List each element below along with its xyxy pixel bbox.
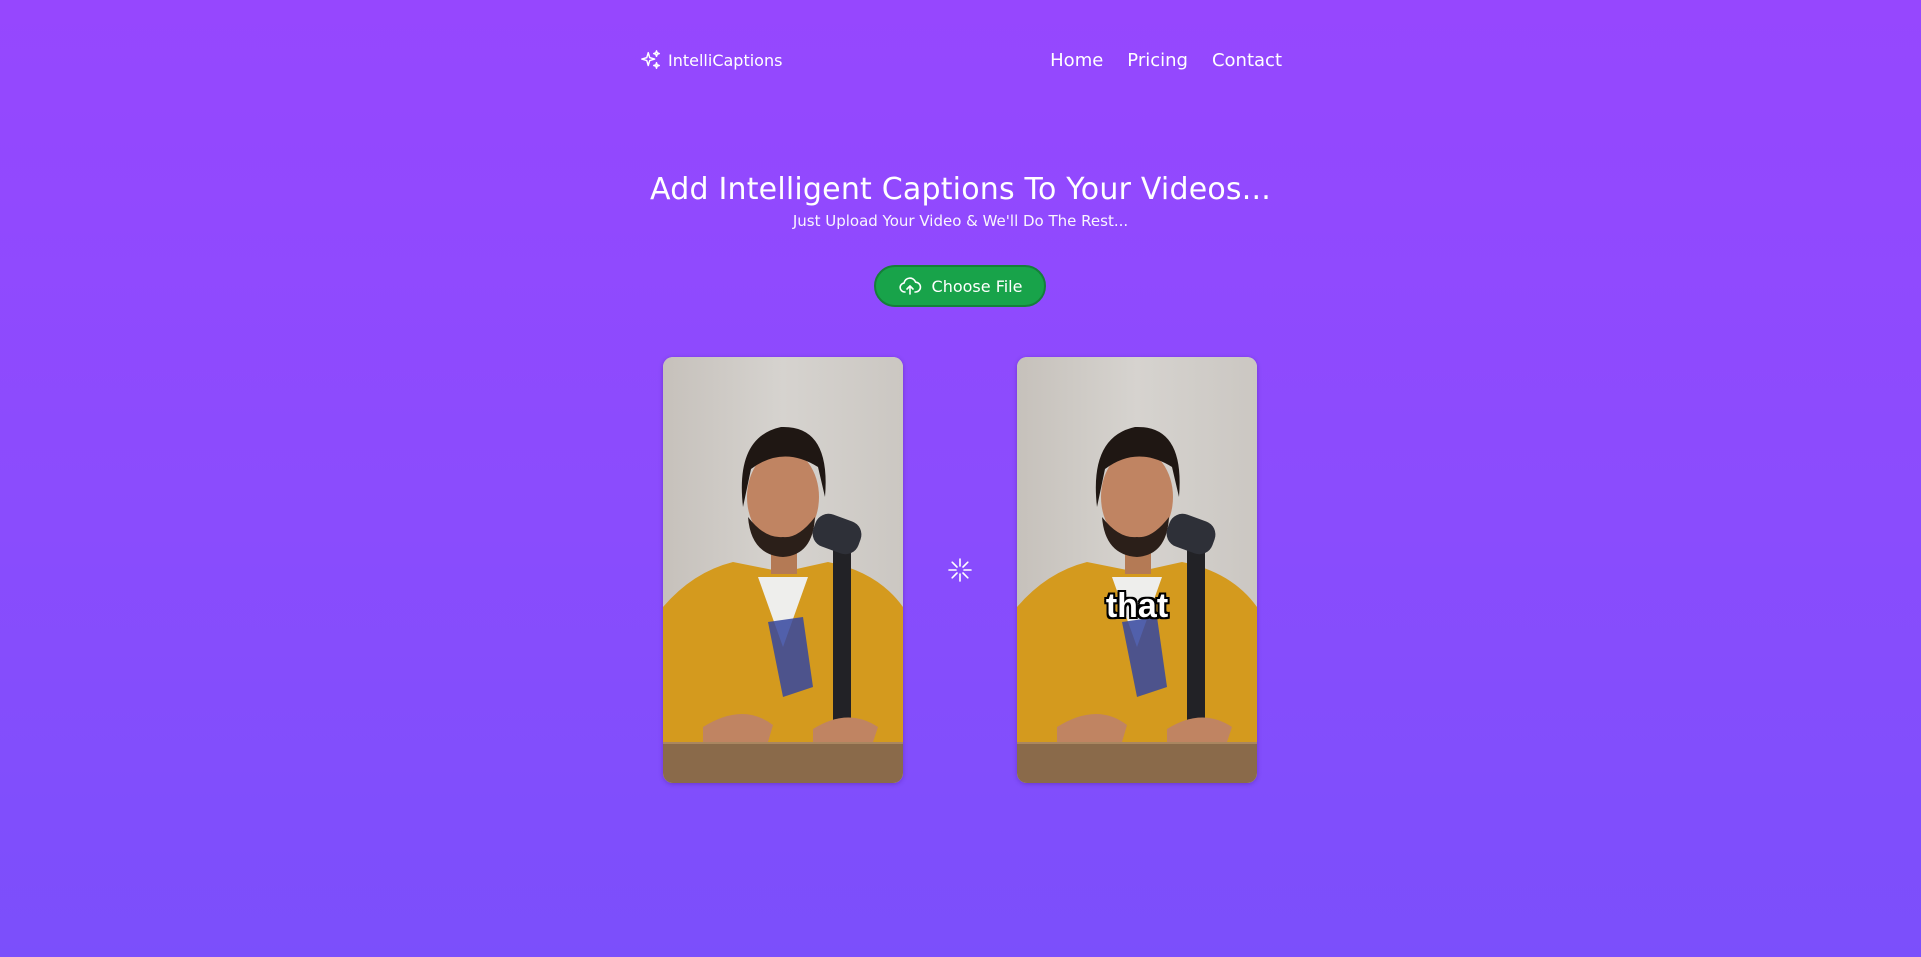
original-video-preview[interactable] — [663, 357, 903, 783]
hero-title: Add Intelligent Captions To Your Videos.… — [650, 172, 1271, 207]
sparkles-icon — [640, 49, 662, 71]
processing-loader-icon — [946, 556, 974, 584]
nav-link-contact[interactable]: Contact — [1212, 50, 1282, 71]
cloud-upload-icon — [898, 274, 922, 298]
choose-file-button[interactable]: Choose File — [874, 265, 1046, 307]
brand-name: IntelliCaptions — [668, 50, 783, 70]
video-frame-image — [663, 357, 903, 783]
choose-file-label: Choose File — [931, 276, 1023, 296]
video-frame-image — [1017, 357, 1257, 783]
top-navigation: IntelliCaptions Home Pricing Contact — [640, 46, 1282, 80]
hero-subtitle: Just Upload Your Video & We'll Do The Re… — [792, 212, 1129, 230]
brand-logo[interactable]: IntelliCaptions — [640, 49, 782, 71]
nav-link-pricing[interactable]: Pricing — [1127, 50, 1188, 71]
caption-text: that — [1105, 587, 1169, 625]
nav-links: Home Pricing Contact — [1050, 50, 1282, 71]
captioned-video-preview[interactable]: that — [1017, 357, 1257, 783]
nav-link-home[interactable]: Home — [1050, 50, 1103, 71]
